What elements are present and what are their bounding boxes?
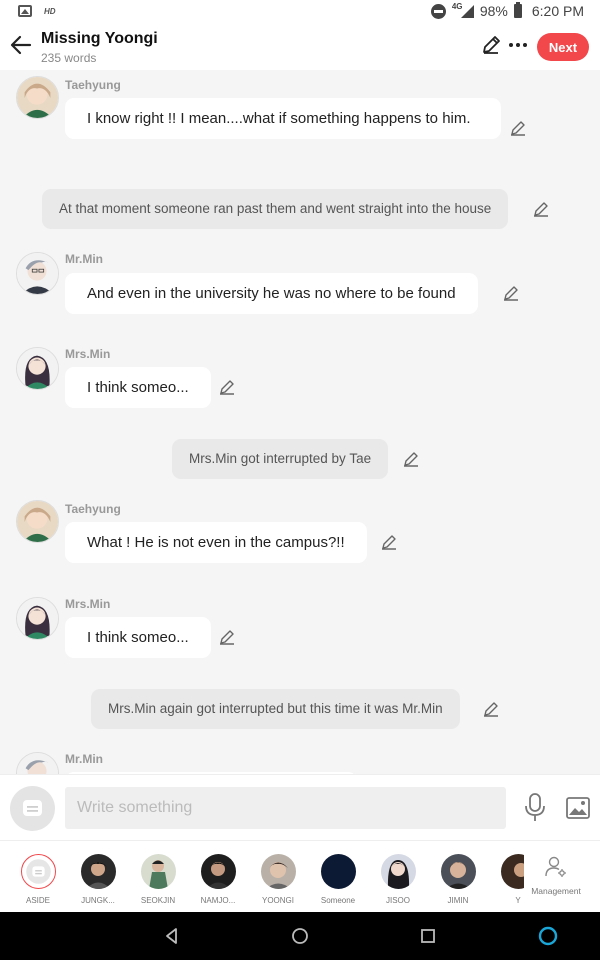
status-bar: HD 4G 98% 6:20 PM [0,0,600,24]
edit-message-icon[interactable] [509,119,527,137]
character-avatar [201,854,236,889]
mr-min-avatar[interactable] [16,752,59,774]
gallery-notification-icon [18,5,32,17]
aside-toggle-button[interactable] [10,786,55,831]
speaker-name: Mrs.Min [65,597,111,611]
narration-bubble[interactable]: At that moment someone ran past them and… [42,189,509,229]
character-namjoon[interactable]: NAMJO... [188,841,248,912]
character-label: YOONGI [261,896,294,905]
assistant-icon[interactable] [538,926,558,946]
mrs-min-avatar[interactable] [16,347,59,390]
battery-icon [513,2,522,18]
back-arrow-icon[interactable] [8,32,34,58]
app-header: Missing Yoongi 235 words Next [0,24,600,70]
character-selector[interactable]: ASIDE JUNGK... SEOKJIN NAMJO... YOONGI S… [0,840,600,912]
edit-message-icon[interactable] [532,200,550,218]
message-bubble[interactable]: And even in the university he was no whe… [65,273,478,314]
message-bubble[interactable]: I know right !! I mean....what if someth… [65,98,501,139]
composer-bar [0,774,600,840]
character-avatar [141,854,176,889]
character-seokjin[interactable]: SEOKJIN [128,841,188,912]
character-label: NAMJO... [200,896,236,905]
taehyung-avatar[interactable] [16,500,59,543]
management-icon [545,856,566,877]
edit-title-icon[interactable] [480,34,502,56]
microphone-icon[interactable] [524,793,546,823]
taehyung-avatar[interactable] [16,76,59,119]
edit-message-icon[interactable] [218,628,236,646]
character-label: Someone [320,896,356,905]
character-avatar [321,854,356,889]
narration-bubble[interactable]: Mrs.Min got interrupted by Tae [172,439,389,479]
character-someone[interactable]: Someone [308,841,368,912]
speaker-name: Taehyung [65,502,121,516]
edit-message-icon[interactable] [502,284,520,302]
system-nav-bar [0,912,600,960]
character-label: JIMIN [447,896,469,905]
message-input[interactable] [65,787,506,829]
nav-home-icon[interactable] [290,926,310,946]
character-jimin[interactable]: JIMIN [428,841,488,912]
character-label: JISOO [385,896,410,905]
aside-icon [21,854,56,889]
edit-message-icon[interactable] [402,450,420,468]
mr-min-avatar[interactable] [16,252,59,295]
more-options-icon[interactable] [507,34,529,56]
edit-message-icon[interactable] [218,378,236,396]
character-jisoo[interactable]: JISOO [368,841,428,912]
character-label: SEOKJIN [140,896,176,905]
message-bubble[interactable]: I think someo... [65,617,211,658]
chat-area[interactable]: Taehyung I know right !! I mean....what … [0,70,600,774]
nav-recents-icon[interactable] [418,926,438,946]
character-aside[interactable]: ASIDE [8,841,68,912]
mrs-min-avatar[interactable] [16,597,59,640]
hd-indicator: HD [44,6,56,16]
character-label: ASIDE [25,896,50,905]
nav-back-icon[interactable] [162,926,182,946]
character-yoongi[interactable]: YOONGI [248,841,308,912]
message-bubble[interactable]: What ! He is not even in the campus?!! [65,522,367,563]
character-avatar [81,854,116,889]
speaker-name: Taehyung [65,78,121,92]
narration-bubble[interactable]: Mrs.Min again got interrupted but this t… [91,689,460,729]
signal-icon: 4G [452,2,474,19]
speaker-name: Mrs.Min [65,347,111,361]
character-avatar [441,854,476,889]
speaker-name: Mr.Min [65,752,103,766]
speaker-name: Mr.Min [65,252,103,266]
character-avatar [381,854,416,889]
management-button[interactable]: Management [524,841,588,912]
clock: 6:20 PM [531,3,584,19]
message-bubble[interactable]: I think someo... [65,367,211,408]
do-not-disturb-icon [430,3,446,19]
character-jungkook[interactable]: JUNGK... [68,841,128,912]
next-button[interactable]: Next [537,33,589,61]
image-icon[interactable] [566,797,590,819]
story-title: Missing Yoongi [41,30,158,47]
character-avatar [261,854,296,889]
edit-message-icon[interactable] [482,700,500,718]
battery-percent: 98% [479,3,508,19]
character-label: JUNGK... [81,896,115,905]
word-count: 235 words [41,51,97,65]
edit-message-icon[interactable] [380,533,398,551]
management-label: Management [531,886,581,896]
